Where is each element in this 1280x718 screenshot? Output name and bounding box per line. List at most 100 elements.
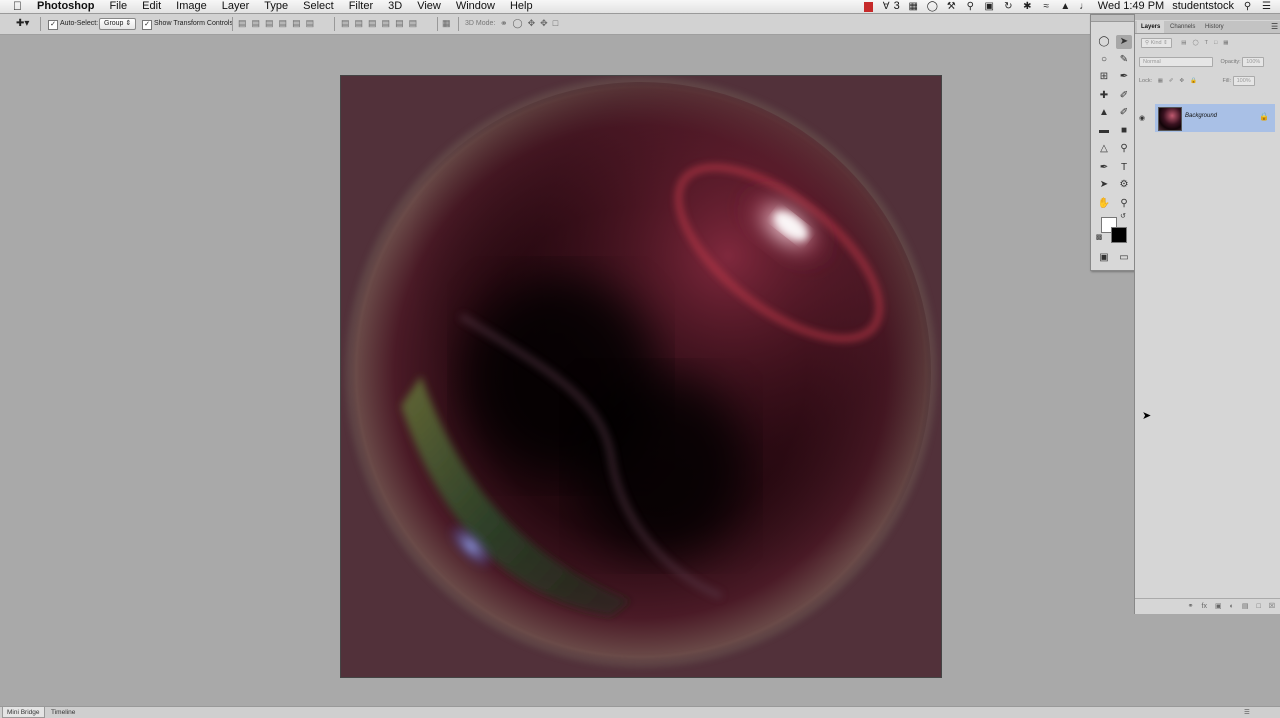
menu-3d[interactable]: 3D [380,0,409,13]
fill-field[interactable]: 100% [1232,76,1255,86]
menu-layer[interactable]: Layer [214,0,257,13]
new-layer-icon[interactable]: □ [1256,599,1260,614]
quick-mask-icon[interactable]: ▣ [1096,251,1112,265]
shape-tool-icon[interactable]: ⚙ [1116,178,1132,192]
lock-icons[interactable]: ▦✐✥🔒 [1158,78,1203,84]
menu-select[interactable]: Select [295,0,341,13]
history-brush-tool-icon[interactable]: ✐ [1116,106,1132,120]
eraser-tool-icon[interactable]: ▬ [1096,124,1112,138]
path-select-tool-icon[interactable]: ➤ [1096,178,1112,192]
pen-tool-icon[interactable]: ✒ [1096,161,1112,175]
adjustment-layer-icon[interactable]: ◐ [1230,599,1234,614]
document-canvas[interactable] [341,76,941,677]
menu-photoshop[interactable]: Photoshop [37,0,101,13]
distribute-hcenter-icon[interactable]: ▤ [395,18,404,29]
3d-rotate-icon[interactable]: ⚭ [500,18,508,29]
align-left-icon[interactable]: ▤ [279,18,288,29]
tools-icon[interactable]: ⚒ [946,1,957,12]
bluetooth-icon[interactable]: ✱ [1022,1,1033,12]
search-icon[interactable]: ⚲ [1242,1,1253,12]
list-icon[interactable]: ☰ [1261,1,1272,12]
3d-roll-icon[interactable]: ◯ [513,18,523,29]
3d-drag-icon[interactable]: ✥ [528,18,536,29]
marquee-tool-icon[interactable]: ◯ [1096,35,1112,49]
bottom-panel-menu-icon[interactable]: ☰ [1240,707,1254,718]
distribute-right-icon[interactable]: ▤ [409,18,418,29]
blur-tool-icon[interactable]: △ [1096,142,1112,156]
delete-layer-icon[interactable]: ☒ [1269,599,1275,614]
swap-colors-icon[interactable]: ↺ [1118,212,1128,222]
align-vcenter-icon[interactable]: ▤ [252,18,261,29]
new-group-icon[interactable]: ▤ [1242,599,1249,614]
auto-select-dropdown[interactable]: Group ⇕ [99,17,137,30]
eyedropper-tool-icon[interactable]: ✒ [1116,70,1132,84]
clock[interactable]: Wed 1:49 PM [1098,0,1164,13]
align-right-icon[interactable]: ▤ [306,18,315,29]
auto-select-checkbox[interactable]: ✓ Auto-Select: [48,17,98,30]
brush-tool-icon[interactable]: ✐ [1116,89,1132,103]
menu-file[interactable]: File [101,0,134,13]
type-tool-icon[interactable]: T [1116,161,1132,175]
clone-stamp-tool-icon[interactable]: ▲ [1096,106,1112,120]
auto-align-icon[interactable]: ▦ [442,18,451,29]
distribute-top-icon[interactable]: ▤ [341,18,350,29]
move-tool-preset-icon[interactable]: ✚▾ [16,17,29,30]
wifi-icon[interactable]: ≈ [1041,1,1052,12]
gradient-tool-icon[interactable]: ■ [1116,124,1132,138]
menu-window[interactable]: Window [448,0,502,13]
show-transform-checkbox[interactable]: ✓ Show Transform Controls [142,17,233,30]
filter-icons[interactable]: ▤◯T□▦ [1181,40,1234,46]
hand-tool-icon[interactable]: ✋ [1096,197,1112,211]
panel-menu-icon[interactable]: ☰ [1267,21,1280,33]
distribute-vcenter-icon[interactable]: ▤ [355,18,364,29]
filter-kind-dropdown[interactable]: ⚲ Kind ⇕ [1141,38,1172,48]
tab-mini-bridge[interactable]: Mini Bridge [2,707,45,718]
align-bottom-icon[interactable]: ▤ [265,18,274,29]
adobe-icon[interactable]: ∀ [881,1,892,12]
align-hcenter-icon[interactable]: ▤ [292,18,301,29]
tab-history[interactable]: History [1201,21,1228,33]
menu-help[interactable]: Help [502,0,540,13]
screen-mode-icon[interactable]: ▭ [1116,251,1132,265]
zoom-tool-icon[interactable]: ⚲ [1116,197,1132,211]
distribute-left-icon[interactable]: ▤ [382,18,391,29]
tab-timeline[interactable]: Timeline [47,707,79,718]
3d-slide-icon[interactable]: ✥ [540,18,548,29]
background-color-swatch[interactable] [1111,227,1127,243]
link-layers-icon[interactable]: ⚭ [1188,599,1194,614]
tab-channels[interactable]: Channels [1166,21,1199,33]
add-mask-icon[interactable]: ▣ [1215,599,1222,614]
time-machine-icon[interactable]: ↻ [1003,1,1014,12]
display-icon[interactable]: ▣ [984,1,995,12]
quick-select-tool-icon[interactable]: ✎ [1116,53,1132,67]
crop-tool-icon[interactable]: ⊞ [1096,70,1112,84]
blend-mode-dropdown[interactable]: Normal [1139,57,1213,67]
menu-view[interactable]: View [409,0,448,13]
healing-brush-tool-icon[interactable]: ✚ [1096,89,1112,103]
volume-icon[interactable]: ♩ [1079,1,1090,12]
record-icon[interactable] [863,1,873,12]
dodge-tool-icon[interactable]: ⚲ [1116,142,1132,156]
apple-menu-icon[interactable]:  [13,0,22,13]
fx-icon[interactable]: fx [1202,599,1207,614]
default-colors-icon[interactable]: ▩ [1094,233,1104,243]
tab-layers[interactable]: Layers [1137,21,1165,33]
visibility-eye-icon[interactable]: ◉ [1139,114,1145,122]
menu-filter[interactable]: Filter [341,0,380,13]
sync-icon[interactable]: ◯ [927,1,938,12]
menu-edit[interactable]: Edit [134,0,168,13]
move-tool-icon[interactable]: ➤ [1116,35,1132,49]
opacity-field[interactable]: 100% [1242,57,1265,67]
3d-scale-icon[interactable]: □ [553,18,558,29]
dropbox-icon[interactable]: ▦ [908,1,919,12]
eject-icon[interactable]: ▲ [1060,1,1071,12]
lasso-tool-icon[interactable]: ○ [1096,53,1112,67]
key-icon[interactable]: ⚲ [965,1,976,12]
align-top-icon[interactable]: ▤ [238,18,247,29]
tools-panel-header[interactable] [1091,15,1137,22]
layers-panel-header[interactable] [1135,14,1280,20]
menu-image[interactable]: Image [168,0,214,13]
menu-type[interactable]: Type [256,0,295,13]
user-name[interactable]: studentstock [1172,0,1234,13]
layer-row-background[interactable]: Background 🔒 [1155,104,1275,132]
